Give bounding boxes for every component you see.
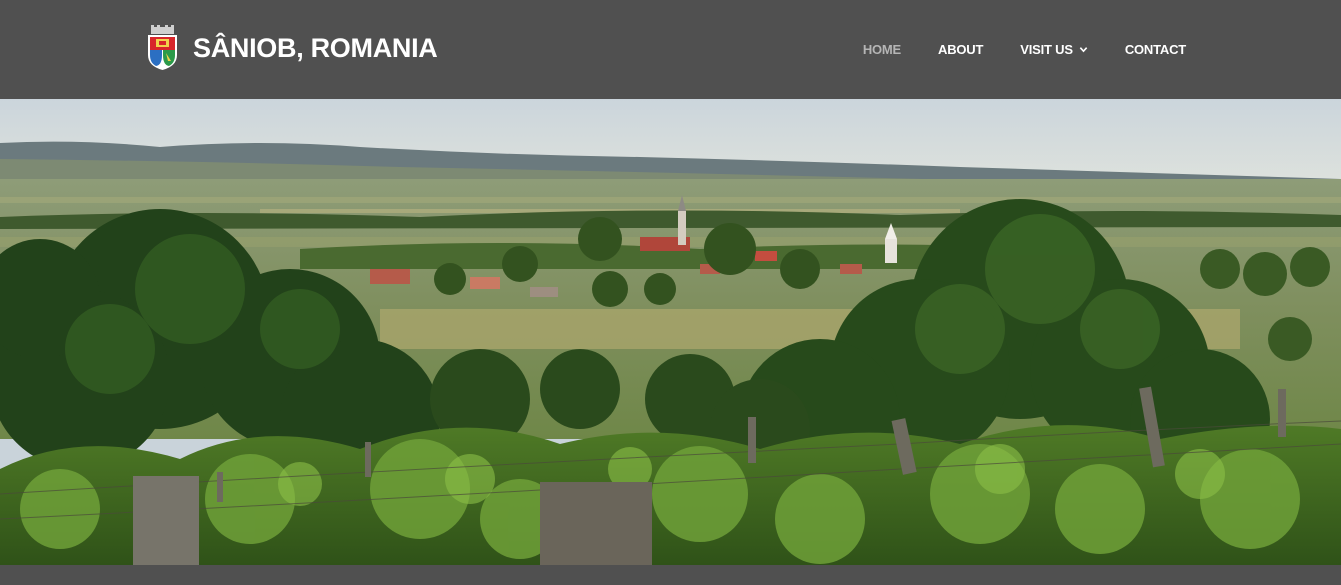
nav-item-about[interactable]: ABOUT	[938, 42, 983, 57]
main-nav: HOME ABOUT VISIT US CONTACT	[826, 0, 1186, 99]
site-brand-link[interactable]: SÂNIOB, ROMANIA	[146, 24, 438, 72]
coat-of-arms-icon	[148, 25, 177, 70]
nav-item-contact[interactable]: CONTACT	[1125, 42, 1186, 57]
nav-item-visit-us[interactable]: VISIT US	[1020, 42, 1088, 57]
footer-strip	[0, 565, 1341, 585]
nav-item-label: VISIT US	[1020, 42, 1073, 57]
site-header: SÂNIOB, ROMANIA HOME ABOUT VISIT US CONT…	[0, 0, 1341, 99]
nav-item-label: CONTACT	[1124, 42, 1186, 57]
site-title: SÂNIOB, ROMANIA	[193, 32, 438, 63]
hero-image	[0, 99, 1341, 565]
nav-item-label: ABOUT	[938, 42, 984, 57]
nav-item-home[interactable]: HOME	[863, 42, 901, 57]
landscape-village-vineyard-image	[0, 99, 1341, 565]
nav-item-label: HOME	[862, 42, 902, 57]
chevron-down-icon	[1079, 47, 1088, 53]
